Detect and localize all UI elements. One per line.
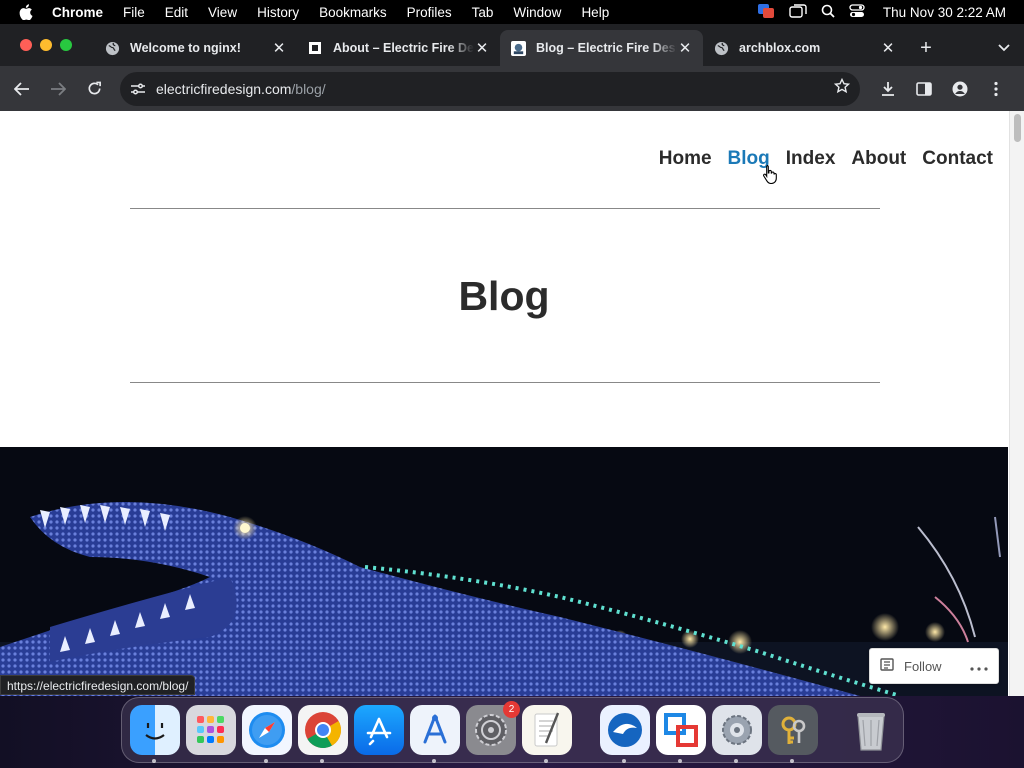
close-icon[interactable]: ✕ — [474, 39, 490, 57]
globe-icon — [104, 40, 120, 56]
close-icon[interactable]: ✕ — [271, 39, 287, 57]
zoom-window-button[interactable] — [60, 39, 72, 51]
site-icon — [510, 40, 526, 56]
menu-profiles[interactable]: Profiles — [397, 5, 462, 20]
page-scrollbar[interactable] — [1009, 111, 1024, 696]
star-icon[interactable] — [833, 77, 851, 99]
site-settings-icon[interactable] — [130, 82, 156, 96]
chrome-icon[interactable] — [298, 705, 348, 763]
parallels-icon[interactable] — [656, 705, 706, 763]
proxyman-icon[interactable] — [600, 705, 650, 763]
address-bar[interactable]: electricfiredesign.com/blog/ — [120, 71, 860, 106]
new-tab-button[interactable]: + — [906, 30, 946, 66]
menu-window[interactable]: Window — [503, 5, 571, 20]
hero-image — [0, 447, 1008, 696]
follow-label: Follow — [904, 658, 942, 674]
menu-app-name[interactable]: Chrome — [52, 5, 113, 20]
keychain-access-icon[interactable] — [768, 705, 818, 763]
menu-tab[interactable]: Tab — [462, 5, 504, 20]
nav-contact[interactable]: Contact — [922, 148, 993, 170]
back-button[interactable] — [4, 71, 40, 107]
dock: 2 — [121, 697, 904, 763]
browser-toolbar: electricfiredesign.com/blog/ — [0, 66, 1024, 111]
header-divider — [130, 208, 880, 209]
more-menu-icon[interactable] — [978, 71, 1014, 107]
tab-archblox[interactable]: archblox.com ✕ — [703, 30, 906, 66]
tab-blog[interactable]: Blog – Electric Fire Design ✕ — [500, 30, 703, 66]
window-icon[interactable] — [789, 3, 807, 21]
menu-history[interactable]: History — [247, 5, 309, 20]
globe-icon — [713, 40, 729, 56]
side-panel-icon[interactable] — [906, 71, 942, 107]
tab-about[interactable]: About – Electric Fire Design ✕ — [297, 30, 500, 66]
tab-nginx[interactable]: Welcome to nginx! ✕ — [94, 30, 297, 66]
tab-strip: Welcome to nginx! ✕ About – Electric Fir… — [0, 24, 1024, 66]
nav-about[interactable]: About — [851, 148, 906, 170]
url-text[interactable]: electricfiredesign.com/blog/ — [156, 81, 834, 97]
close-icon[interactable]: ✕ — [677, 39, 693, 57]
scrollbar-thumb[interactable] — [1014, 114, 1021, 142]
nav-index[interactable]: Index — [786, 148, 836, 170]
tab-title: Blog – Electric Fire Design — [536, 41, 677, 55]
spotlight-icon[interactable] — [821, 4, 835, 21]
menu-bar: Chrome File Edit View History Bookmarks … — [0, 0, 1024, 24]
tab-title: About – Electric Fire Design — [333, 41, 474, 55]
profile-icon[interactable] — [942, 71, 978, 107]
page-viewport: Home Blog Index About Contact Blog Follo… — [0, 111, 1024, 696]
apple-icon[interactable] — [0, 4, 52, 20]
site-nav: Home Blog Index About Contact — [659, 148, 993, 170]
window-controls — [0, 24, 94, 66]
chevron-down-icon[interactable] — [984, 30, 1024, 66]
forward-button[interactable] — [40, 71, 76, 107]
reader-icon — [880, 657, 896, 675]
trash-icon[interactable] — [846, 705, 896, 755]
close-icon[interactable]: ✕ — [880, 39, 896, 57]
finder-icon[interactable] — [130, 705, 180, 763]
tab-title: Welcome to nginx! — [130, 41, 241, 55]
status-url-bubble: https://electricfiredesign.com/blog/ — [0, 675, 196, 695]
menu-bookmarks[interactable]: Bookmarks — [309, 5, 397, 20]
menu-view[interactable]: View — [198, 5, 247, 20]
pointer-cursor-icon — [762, 164, 778, 189]
url-path: /blog/ — [291, 80, 326, 97]
app-store-icon[interactable] — [354, 705, 404, 755]
reload-button[interactable] — [76, 71, 112, 107]
page-title: Blog — [458, 273, 550, 319]
menu-edit[interactable]: Edit — [155, 5, 198, 20]
more-horizontal-icon[interactable] — [970, 659, 988, 674]
launchpad-icon[interactable] — [186, 705, 236, 755]
nav-home[interactable]: Home — [659, 148, 712, 170]
system-settings-icon[interactable]: 2 — [466, 701, 520, 755]
notification-badge: 2 — [503, 701, 520, 718]
menu-file[interactable]: File — [113, 5, 155, 20]
minimize-window-button[interactable] — [40, 39, 52, 51]
title-divider — [130, 382, 880, 383]
network-preferences-icon[interactable] — [712, 705, 762, 763]
textedit-icon[interactable] — [522, 705, 572, 763]
tab-title: archblox.com — [739, 41, 821, 55]
screen-share-icon[interactable] — [757, 3, 775, 22]
download-icon[interactable] — [870, 71, 906, 107]
square-icon — [307, 40, 323, 56]
url-domain: electricfiredesign.com — [156, 80, 292, 97]
follow-button[interactable]: Follow — [869, 648, 999, 684]
close-window-button[interactable] — [20, 39, 32, 51]
instruments-icon[interactable] — [410, 705, 460, 763]
menu-clock[interactable]: Thu Nov 30 2:22 AM — [879, 5, 1006, 20]
safari-icon[interactable] — [242, 705, 292, 763]
menu-help[interactable]: Help — [571, 5, 619, 20]
control-center-icon[interactable] — [849, 3, 865, 21]
